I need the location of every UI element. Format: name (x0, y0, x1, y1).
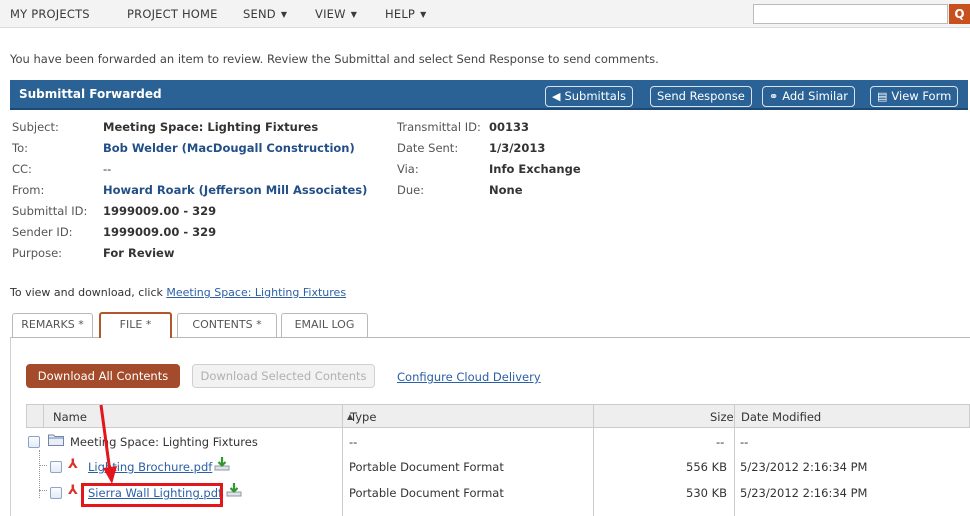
file-date: 5/23/2012 2:16:34 PM (740, 486, 868, 500)
add-similar-label: Add Similar (782, 89, 849, 103)
tab-file[interactable]: FILE * (99, 312, 172, 338)
nav-send-label: SEND (243, 7, 276, 21)
col-header-name[interactable]: Name (53, 410, 87, 424)
cc-label: CC: (12, 162, 32, 176)
send-response-button[interactable]: Send Response (650, 86, 752, 107)
folder-icon (48, 433, 64, 446)
view-form-button[interactable]: ▤ View Form (870, 86, 959, 107)
file-size: 556 KB (686, 460, 728, 474)
from-value[interactable]: Howard Roark (Jefferson Mill Associates) (103, 183, 367, 197)
nav-help[interactable]: HELP ▼ (385, 7, 426, 21)
nav-send[interactable]: SEND ▼ (243, 7, 287, 21)
due-value: None (489, 183, 523, 197)
via-label: Via: (397, 162, 419, 176)
purpose-value: For Review (103, 246, 175, 260)
tab-email-log[interactable]: EMAIL LOG (281, 313, 368, 337)
submittal-id-label: Submittal ID: (12, 204, 88, 218)
file-type: Portable Document Format (349, 460, 504, 474)
add-similar-button[interactable]: ⚭ Add Similar (762, 86, 856, 107)
submittal-id-value: 1999009.00 - 329 (103, 204, 217, 218)
top-nav: MY PROJECTS PROJECT HOME SEND ▼ VIEW ▼ HEL… (0, 0, 970, 28)
date-sent-value: 1/3/2013 (489, 141, 546, 155)
nav-view[interactable]: VIEW ▼ (315, 7, 357, 21)
subject-value: Meeting Space: Lighting Fixtures (103, 120, 319, 134)
tab-contents[interactable]: CONTENTS * (177, 313, 277, 337)
download-icon[interactable] (226, 482, 242, 498)
link-icon: ⚭ (769, 90, 779, 103)
date-sent-label: Date Sent: (397, 141, 459, 155)
intro-message: You have been forwarded an item to revie… (10, 52, 659, 66)
file-type: -- (349, 435, 358, 449)
row-checkbox[interactable] (50, 461, 62, 473)
table-header: Name ▲ Type Size Date Modified (26, 404, 970, 428)
view-download-line: To view and download, click Meeting Spac… (10, 286, 346, 299)
submittal-header: Submittal Forwarded ◀ Submittals Send Res… (10, 80, 968, 110)
pdf-icon: ⅄ (68, 457, 78, 472)
transmittal-id-label: Transmittal ID: (397, 120, 481, 134)
submittals-button-label: Submittals (564, 89, 627, 103)
tab-remarks[interactable]: REMARKS * (12, 313, 93, 337)
col-header-size[interactable]: Size (710, 410, 734, 424)
view-form-label: View Form (891, 89, 952, 103)
file-date: -- (740, 435, 749, 449)
download-selected-button: Download Selected Contents (192, 364, 375, 388)
back-arrow-icon: ◀ (552, 90, 561, 103)
transmittal-id-value: 00133 (489, 120, 530, 134)
table-row[interactable]: Meeting Space: Lighting Fixtures -- -- -… (26, 430, 970, 455)
download-icon[interactable] (214, 456, 230, 472)
view-download-link[interactable]: Meeting Space: Lighting Fixtures (166, 286, 346, 299)
view-download-prefix: To view and download, click (10, 286, 167, 299)
file-size: -- (716, 435, 725, 449)
search-button[interactable]: Q (949, 4, 970, 24)
nav-my-projects[interactable]: MY PROJECTS (10, 7, 90, 21)
chevron-down-icon: ▼ (280, 10, 288, 19)
configure-cloud-link[interactable]: Configure Cloud Delivery (397, 370, 541, 384)
nav-view-label: VIEW (315, 7, 346, 21)
chevron-down-icon: ▼ (420, 10, 427, 19)
table-row[interactable]: ⅄ Lighting Brochure.pdf Portable Documen… (26, 455, 970, 480)
send-response-label: Send Response (657, 89, 745, 103)
file-name-link[interactable]: Lighting Brochure.pdf (88, 460, 212, 474)
file-size: 530 KB (686, 486, 728, 500)
download-all-button[interactable]: Download All Contents (26, 364, 180, 388)
sender-id-value: 1999009.00 - 329 (103, 225, 217, 239)
chevron-down-icon: ▼ (350, 10, 358, 19)
nav-project-home[interactable]: PROJECT HOME (127, 7, 218, 21)
row-checkbox[interactable] (28, 436, 40, 448)
col-header-date[interactable]: Date Modified (741, 410, 821, 424)
file-date: 5/23/2012 2:16:34 PM (740, 460, 868, 474)
highlight-box (81, 483, 223, 507)
file-type: Portable Document Format (349, 486, 504, 500)
column-divider (43, 404, 44, 428)
col-header-type[interactable]: Type (350, 410, 376, 424)
sender-id-label: Sender ID: (12, 225, 73, 239)
row-checkbox[interactable] (50, 487, 62, 499)
submittals-button[interactable]: ◀ Submittals (545, 86, 634, 107)
via-value: Info Exchange (489, 162, 581, 176)
printer-icon: ▤ (877, 90, 888, 103)
search-input[interactable] (753, 4, 948, 24)
from-label: From: (12, 183, 45, 197)
due-label: Due: (397, 183, 425, 197)
subject-label: Subject: (12, 120, 59, 134)
to-label: To: (12, 141, 28, 155)
nav-help-label: HELP (385, 7, 416, 21)
cc-value: -- (103, 162, 112, 176)
header-title: Submittal Forwarded (19, 87, 162, 101)
purpose-label: Purpose: (12, 246, 63, 260)
to-value[interactable]: Bob Welder (MacDougall Construction) (103, 141, 355, 155)
pdf-icon: ⅄ (68, 483, 78, 498)
file-name: Meeting Space: Lighting Fixtures (70, 435, 258, 449)
